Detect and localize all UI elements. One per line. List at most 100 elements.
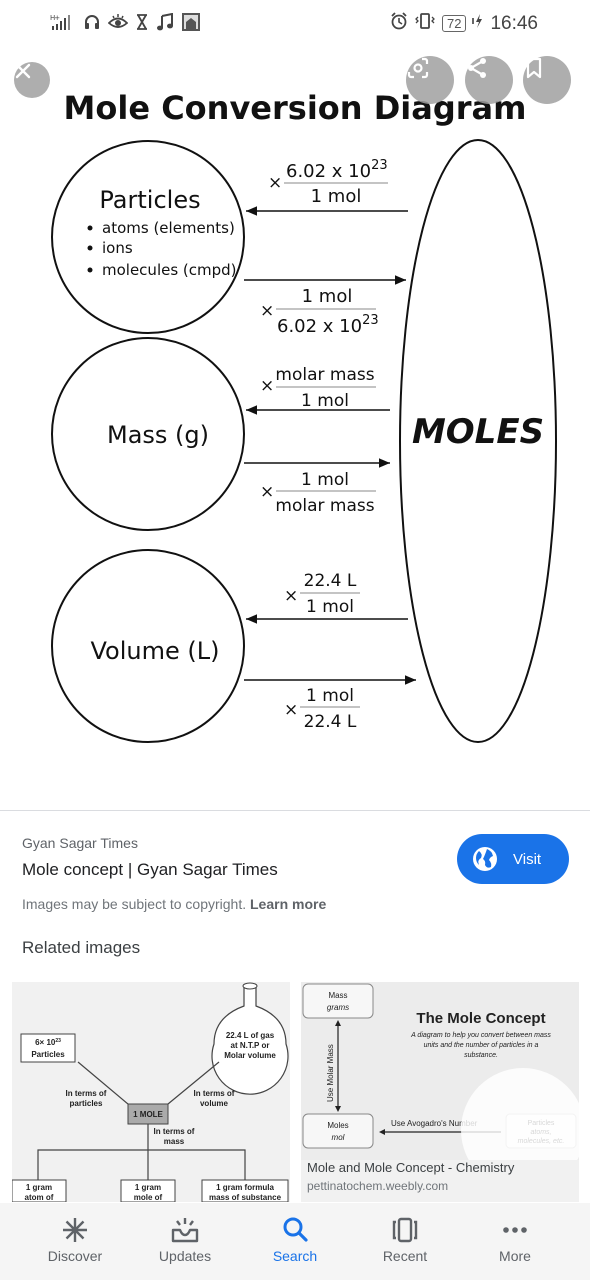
svg-text:grams: grams [327, 1003, 349, 1012]
status-bar-left: H+ [50, 12, 201, 37]
particles-circle [51, 140, 245, 334]
related-image-caption: Mole and Mole Concept - Chemistry [307, 1160, 515, 1175]
svg-text:mol: mol [332, 1133, 345, 1142]
svg-text:1 gram: 1 gram [26, 1183, 52, 1192]
hourglass-icon [135, 13, 149, 36]
more-dots-icon [501, 1215, 529, 1245]
copyright-text: Images may be subject to copyright. [22, 896, 247, 912]
globe-icon [473, 847, 497, 871]
svg-text:In terms of: In terms of [66, 1089, 107, 1098]
visit-button[interactable]: Visit [457, 834, 569, 884]
divider [0, 810, 590, 811]
asterisk-icon [61, 1215, 89, 1245]
search-icon [281, 1215, 309, 1245]
learn-more-link[interactable]: Learn more [250, 896, 326, 912]
svg-text:Mass: Mass [328, 991, 347, 1000]
particles-bullet-molecules: molecules (cmpd) [102, 261, 237, 279]
photo-app-icon [181, 12, 201, 37]
nav-more[interactable]: More [470, 1203, 560, 1264]
nav-search[interactable]: Search [250, 1203, 340, 1264]
copyright-notice: Images may be subject to copyright. Lear… [22, 896, 326, 912]
charging-icon [472, 12, 484, 35]
bookmark-button[interactable] [523, 56, 571, 104]
svg-text:substance.: substance. [464, 1052, 498, 1059]
eye-icon [107, 13, 129, 36]
nav-updates[interactable]: Updates [140, 1203, 230, 1264]
signal-icon: H+ [50, 13, 76, 37]
related-thumbnail-mole-tree: 6× 1023 Particles 22.4 L of gas at N.T.P… [12, 982, 290, 1202]
factor-numerator: 1 mol [301, 470, 349, 490]
svg-text:The Mole Concept: The Mole Concept [416, 1010, 545, 1027]
recent-cards-icon [391, 1215, 419, 1245]
svg-text:Use Molar Mass: Use Molar Mass [326, 1044, 335, 1102]
factor-denominator: 1 mol [306, 597, 354, 617]
multiply-symbol: × [284, 700, 298, 720]
svg-text:H+: H+ [50, 14, 60, 22]
bookmark-icon [526, 57, 542, 79]
bullet-dot [87, 267, 93, 273]
factor-numerator: 1 mol [306, 686, 354, 706]
mass-label: Mass (g) [107, 421, 209, 449]
battery-icon: 72 [441, 15, 467, 32]
svg-text:particles: particles [70, 1099, 103, 1108]
lens-icon [407, 57, 429, 79]
particles-bullet-atoms: atoms (elements) [102, 219, 235, 237]
nav-label: More [499, 1248, 531, 1264]
bullet-dot [87, 225, 93, 231]
svg-text:mole of: mole of [134, 1193, 163, 1202]
factor-denominator: 6.02 x 1023 [277, 313, 379, 337]
svg-text:1 gram: 1 gram [135, 1183, 161, 1192]
svg-text:1 MOLE: 1 MOLE [133, 1110, 163, 1119]
bottom-navigation: Discover Updates Search Recent More [0, 1203, 590, 1280]
close-icon [15, 63, 31, 79]
multiply-symbol: × [268, 173, 282, 193]
factor-numerator: 1 mol [302, 286, 353, 307]
factor-denominator: 1 mol [301, 391, 349, 411]
alarm-icon [390, 12, 408, 35]
nav-label: Search [272, 1248, 318, 1264]
nav-discover[interactable]: Discover [30, 1203, 120, 1264]
visit-label: Visit [513, 850, 542, 868]
image-viewer[interactable]: Mole Conversion Diagram MOLES Particles … [0, 46, 590, 810]
nav-label: Discover [47, 1248, 103, 1264]
vibrate-icon [414, 12, 436, 35]
related-images-heading: Related images [22, 938, 141, 957]
svg-text:mass: mass [164, 1137, 185, 1146]
svg-text:In terms of: In terms of [154, 1127, 195, 1136]
source-page-title[interactable]: Mole concept | Gyan Sagar Times [22, 860, 278, 880]
related-image-domain: pettinatochem.weebly.com [307, 1179, 449, 1193]
svg-text:mass of substance: mass of substance [209, 1193, 282, 1202]
svg-text:Moles: Moles [327, 1121, 348, 1130]
nav-recent[interactable]: Recent [360, 1203, 450, 1264]
particles-label: Particles [99, 186, 200, 214]
svg-text:Particles: Particles [31, 1050, 65, 1059]
nav-label: Recent [382, 1248, 428, 1264]
headphones-icon [83, 13, 101, 36]
svg-text:atom of: atom of [25, 1193, 54, 1202]
factor-denominator: 22.4 L [304, 712, 357, 732]
svg-text:22.4 L of gas: 22.4 L of gas [226, 1031, 275, 1040]
factor-numerator: molar mass [275, 365, 374, 385]
multiply-symbol: × [260, 301, 274, 321]
svg-text:volume: volume [200, 1099, 229, 1108]
share-button[interactable] [465, 56, 513, 104]
volume-label: Volume (L) [91, 637, 220, 665]
svg-text:at N.T.P or: at N.T.P or [231, 1041, 270, 1050]
svg-text:Molar volume: Molar volume [224, 1051, 276, 1060]
status-bar-right: 72 16:46 [390, 12, 538, 35]
diagram-title: Mole Conversion Diagram [64, 89, 527, 127]
moles-label: MOLES [412, 412, 544, 452]
share-icon [468, 58, 486, 78]
music-note-icon [156, 12, 174, 36]
clock: 16:46 [490, 12, 538, 34]
svg-text:In terms of: In terms of [194, 1089, 235, 1098]
bullet-dot [87, 245, 93, 251]
related-image-card[interactable]: 6× 1023 Particles 22.4 L of gas at N.T.P… [12, 982, 290, 1202]
nav-label: Updates [158, 1248, 212, 1264]
related-image-card[interactable]: Mass grams Use Molar Mass The Mole Conce… [301, 982, 579, 1202]
close-button[interactable] [14, 62, 50, 98]
lens-button[interactable] [406, 56, 454, 104]
related-thumbnail-mole-concept: Mass grams Use Molar Mass The Mole Conce… [301, 982, 579, 1192]
multiply-symbol: × [260, 482, 274, 502]
multiply-symbol: × [260, 376, 274, 396]
